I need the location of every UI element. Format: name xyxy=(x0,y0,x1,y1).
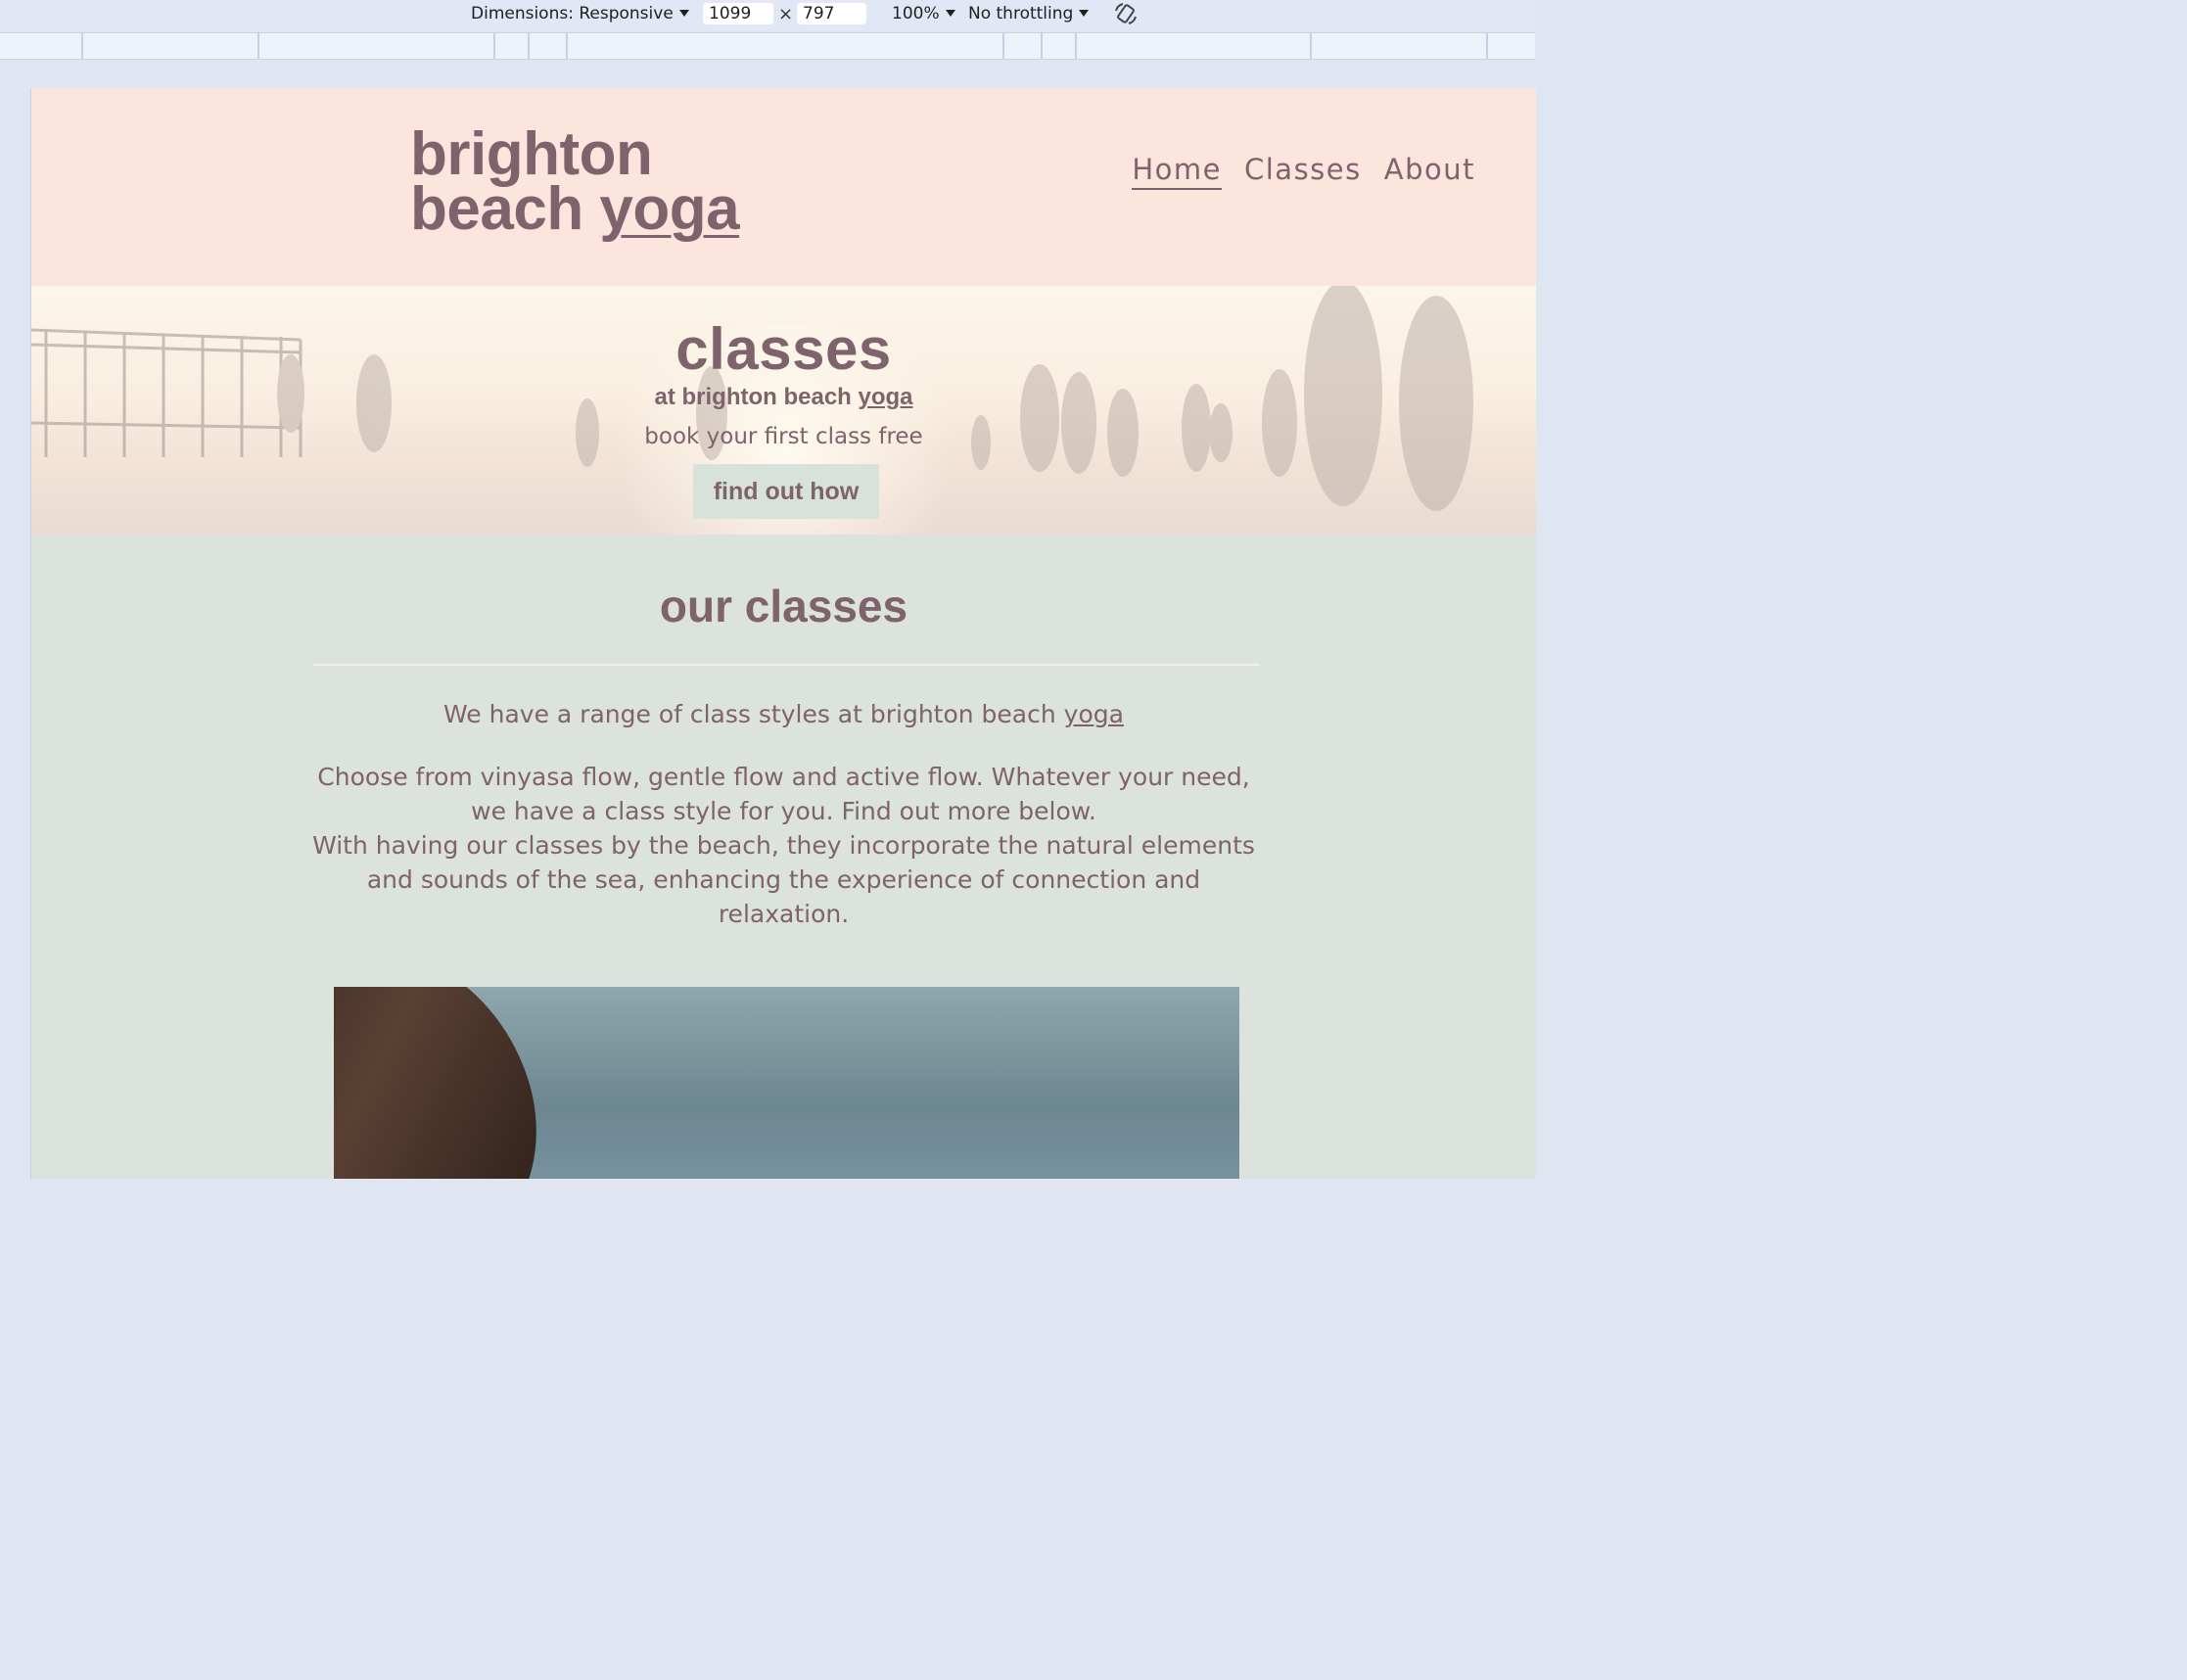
logo-line-1: brighton xyxy=(410,120,653,188)
hero-subtitle-text: at brighton beach xyxy=(654,384,859,410)
ruler-tick xyxy=(493,33,495,59)
chevron-down-icon xyxy=(1079,9,1090,17)
section-body: Choose from vinyasa flow, gentle flow an… xyxy=(305,760,1262,931)
zoom-dropdown[interactable]: 100% xyxy=(892,4,955,23)
hero-title: classes xyxy=(675,316,892,382)
media-query-ruler[interactable] xyxy=(0,32,1535,60)
ruler-tick xyxy=(528,33,530,59)
ruler-tick xyxy=(257,33,259,59)
hero-text: book your first class free xyxy=(644,424,923,449)
ruler-tick xyxy=(1002,33,1004,59)
site-logo[interactable]: brighton beach yoga xyxy=(410,120,740,240)
times-separator: × xyxy=(778,4,794,24)
body-paragraph-2: With having our classes by the beach, th… xyxy=(312,831,1255,928)
page-viewport: brighton beach yoga Home Classes About c… xyxy=(30,88,1536,1179)
photo-arm-shape xyxy=(334,987,573,1179)
hero-subtitle-underlined: yoga xyxy=(858,384,913,410)
throttling-dropdown[interactable]: No throttling xyxy=(968,4,1090,23)
body-paragraph-1: Choose from vinyasa flow, gentle flow an… xyxy=(317,763,1250,825)
find-out-how-button[interactable]: find out how xyxy=(693,464,879,519)
zoom-label: 100% xyxy=(892,4,940,23)
section-divider xyxy=(313,664,1260,666)
throttling-label: No throttling xyxy=(968,4,1074,23)
ruler-tick xyxy=(81,33,83,59)
logo-text: beach xyxy=(410,175,600,243)
chevron-down-icon xyxy=(945,9,955,17)
ruler-tick xyxy=(1075,33,1077,59)
nav-about[interactable]: About xyxy=(1384,153,1475,190)
hero-subtitle: at brighton beach yoga xyxy=(31,384,1536,411)
height-input[interactable]: 797 xyxy=(797,3,866,24)
section-title: our classes xyxy=(659,581,908,631)
section-intro: We have a range of class styles at brigh… xyxy=(31,700,1536,728)
ruler-tick xyxy=(566,33,568,59)
width-input[interactable]: 1099 xyxy=(703,3,773,24)
ruler-tick xyxy=(1486,33,1488,59)
dimensions-label: Dimensions: Responsive xyxy=(471,4,674,23)
intro-text: We have a range of class styles at brigh… xyxy=(443,700,1064,728)
site-header: brighton beach yoga Home Classes About xyxy=(31,88,1536,286)
class-photo xyxy=(334,987,1239,1179)
ruler-tick xyxy=(1041,33,1043,59)
main-nav: Home Classes About xyxy=(1132,153,1475,190)
rotate-icon[interactable] xyxy=(1113,1,1139,26)
logo-line-2: beach yoga xyxy=(410,179,740,240)
logo-text-underlined: yoga xyxy=(599,175,740,243)
nav-classes[interactable]: Classes xyxy=(1244,153,1362,190)
ruler-tick xyxy=(1310,33,1312,59)
chevron-down-icon xyxy=(678,9,689,17)
intro-text-underlined: yoga xyxy=(1063,700,1124,728)
nav-home[interactable]: Home xyxy=(1132,153,1222,190)
devtools-toolbar: Dimensions: Responsive 1099 × 797 100% N… xyxy=(0,0,1535,30)
dimensions-dropdown[interactable]: Dimensions: Responsive xyxy=(471,4,689,23)
hero-banner: classes at brighton beach yoga book your… xyxy=(31,286,1536,535)
